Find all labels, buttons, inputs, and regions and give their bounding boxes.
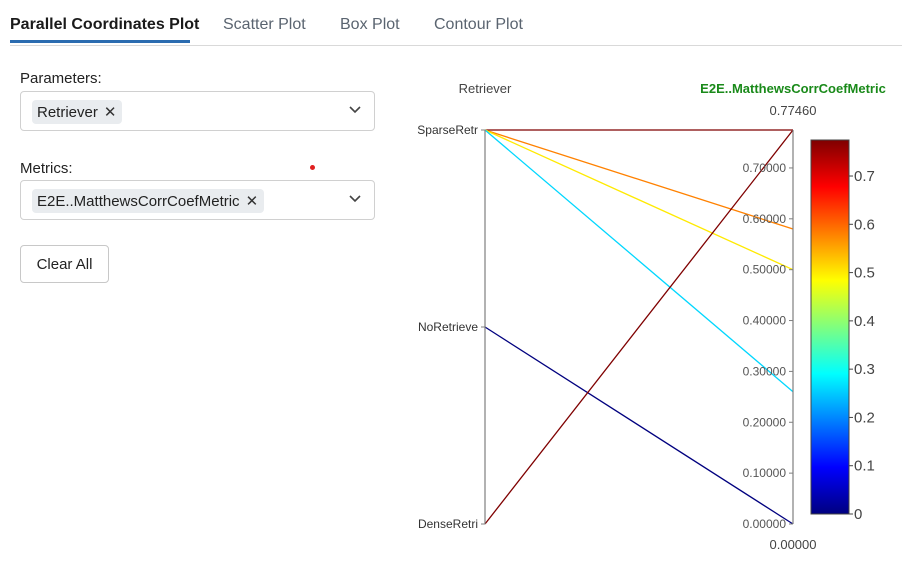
metric-tick-label: 0.00000	[743, 517, 787, 531]
colorbar-tick-label: 0.5	[854, 265, 875, 282]
metric-tick-label: 0.60000	[743, 212, 787, 226]
colorbar-tick-label: 0.6	[854, 216, 875, 233]
metric-tick-label: 0.40000	[743, 314, 787, 328]
metric-tick-label: 0.50000	[743, 263, 787, 277]
axis-bottom-label: 0.00000	[770, 537, 817, 552]
axis-title-metric: E2E..MatthewsCorrCoefMetric	[700, 81, 886, 96]
colorbar-tick-label: 0.4	[854, 313, 875, 330]
colorbar-tick-label: 0.2	[854, 409, 875, 426]
metric-tick-label: 0.10000	[743, 466, 787, 480]
metric-tick-label: 0.30000	[743, 364, 787, 378]
colorbar-tick-label: 0.3	[854, 361, 875, 378]
retriever-tick-label: NoRetrieve	[418, 320, 478, 334]
metric-tick-label: 0.70000	[743, 161, 787, 175]
colorbar-tick-label: 0.7	[854, 168, 875, 185]
data-line-3[interactable]	[484, 129, 794, 271]
colorbar-tick-label: 0	[854, 506, 862, 523]
retriever-tick-label: SparseRetr	[417, 123, 478, 137]
parallel-coordinates-chart: Retriever E2E..MatthewsCorrCoefMetric 0.…	[417, 81, 886, 552]
metric-tick-label: 0.20000	[743, 415, 787, 429]
axis-top-label: 0.77460	[770, 103, 817, 118]
axis-title-retriever: Retriever	[459, 81, 512, 96]
colorbar	[810, 139, 850, 515]
colorbar-tick-label: 0.1	[854, 458, 875, 475]
retriever-tick-label: DenseRetri	[418, 517, 478, 531]
